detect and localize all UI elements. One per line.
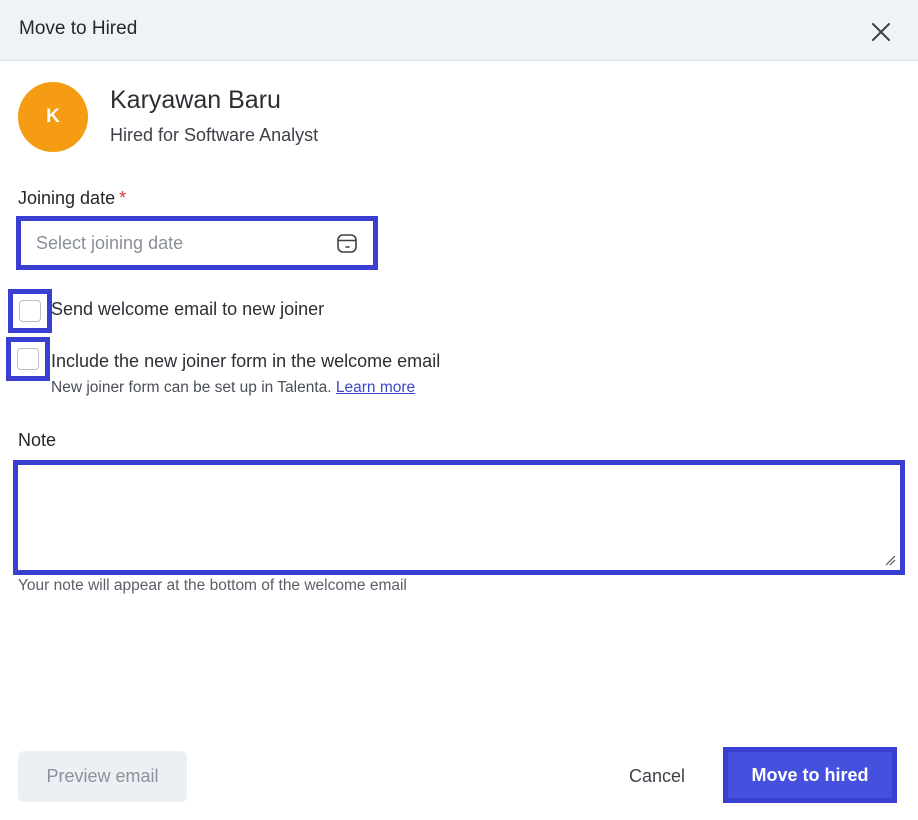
dialog-title: Move to Hired (19, 18, 138, 39)
required-marker: * (119, 188, 127, 208)
send-welcome-label[interactable]: Send welcome email to new joiner (51, 299, 324, 320)
candidate-name: Karyawan Baru (110, 86, 281, 114)
candidate-role: Hired for Software Analyst (110, 125, 319, 145)
calendar-icon[interactable] (335, 231, 359, 255)
include-form-help-text: New joiner form can be set up in Talenta… (51, 379, 332, 396)
include-form-checkbox-frame[interactable] (6, 337, 50, 381)
dialog-header: Move to Hired (0, 0, 918, 61)
send-welcome-checkbox-frame[interactable] (8, 289, 52, 333)
resize-handle-icon[interactable] (884, 554, 896, 566)
include-form-label[interactable]: Include the new joiner form in the welco… (51, 351, 440, 372)
avatar: K (18, 82, 88, 152)
note-help-text: Your note will appear at the bottom of t… (18, 577, 407, 594)
joining-date-label-text: Joining date (18, 188, 116, 208)
learn-more-link[interactable]: Learn more (336, 379, 415, 396)
note-label: Note (18, 430, 57, 450)
move-to-hired-frame: Move to hired (723, 747, 897, 803)
move-to-hired-button[interactable]: Move to hired (728, 752, 892, 798)
close-button[interactable] (868, 19, 894, 45)
preview-email-button[interactable]: Preview email (18, 751, 187, 802)
cancel-button[interactable]: Cancel (612, 751, 702, 802)
joining-date-field[interactable] (16, 216, 378, 270)
note-field-frame[interactable] (13, 460, 905, 575)
close-icon (872, 23, 890, 41)
note-textarea[interactable] (18, 465, 900, 570)
include-form-checkbox[interactable] (17, 348, 39, 370)
joining-date-input[interactable] (21, 221, 335, 265)
include-form-help: New joiner form can be set up in Talenta… (51, 379, 415, 397)
joining-date-label: Joining date * (18, 188, 126, 209)
send-welcome-checkbox[interactable] (19, 300, 41, 322)
